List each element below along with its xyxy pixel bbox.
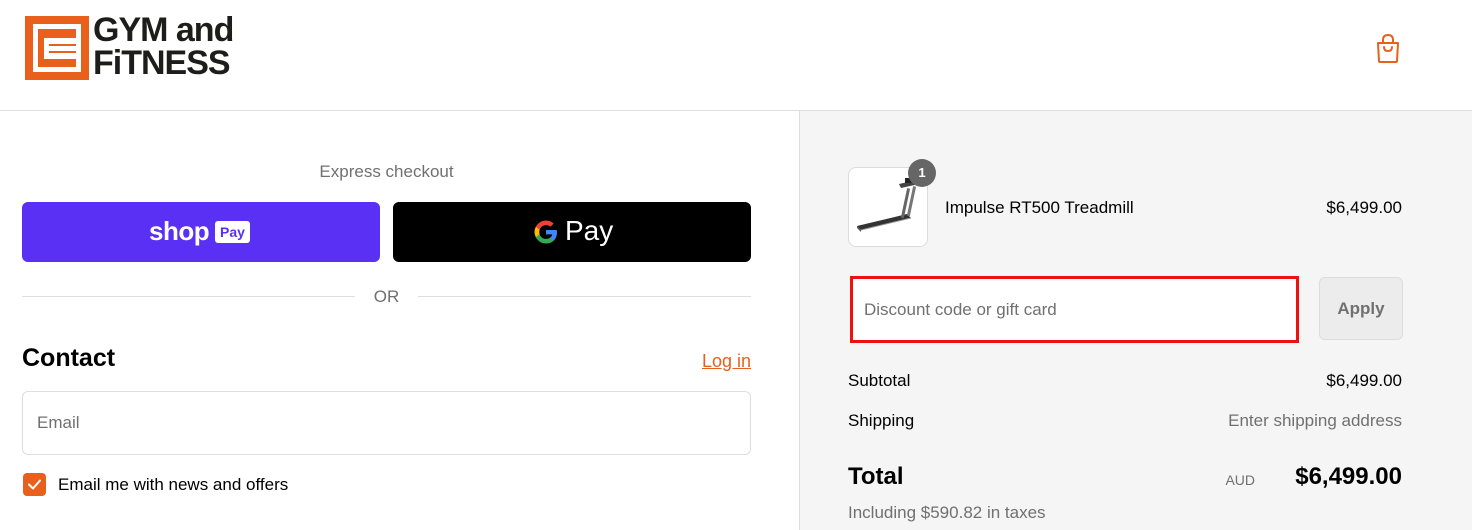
quantity-badge: 1 [908, 159, 936, 187]
logo-line-2: FiTNESS [93, 44, 231, 82]
express-checkout-title: Express checkout [319, 162, 454, 181]
newsletter-label: Email me with news and offers [58, 475, 289, 494]
shopping-bag-icon [1377, 33, 1399, 63]
total-currency: AUD [1225, 472, 1255, 488]
product-price: $6,499.00 [1326, 198, 1402, 217]
total-label: Total [848, 463, 904, 490]
subtotal-label: Subtotal [848, 371, 911, 390]
site-header: GYM and FiTNESS [0, 0, 1472, 111]
subtotal-value: $6,499.00 [1326, 371, 1402, 390]
shop-pay-wordmark: shop [149, 216, 210, 246]
google-g-icon [534, 220, 557, 244]
brand-logo[interactable]: GYM and FiTNESS [25, 11, 265, 82]
shipping-value: Enter shipping address [1228, 411, 1402, 430]
email-field[interactable] [22, 391, 751, 455]
apply-discount-button[interactable]: Apply [1319, 277, 1403, 340]
login-link[interactable]: Log in [702, 351, 751, 372]
logo-line-1: GYM and [93, 11, 234, 49]
tax-note: Including $590.82 in taxes [848, 503, 1046, 522]
divider-line-left [22, 296, 355, 297]
google-pay-button[interactable]: Pay [393, 202, 751, 262]
google-pay-label: Pay [565, 215, 614, 246]
shop-pay-button[interactable]: shop Pay [22, 202, 380, 262]
checkmark-icon [28, 479, 41, 490]
or-divider: OR [22, 286, 751, 306]
product-name: Impulse RT500 Treadmill [945, 198, 1134, 217]
logo-mark-icon [25, 16, 89, 80]
checkout-main: Express checkout shop Pay Pay OR Contact… [0, 111, 799, 530]
order-summary: 1 Impulse RT500 Treadmill $6,499.00 Appl… [799, 111, 1472, 530]
or-label: OR [373, 287, 400, 306]
contact-heading: Contact [22, 344, 116, 372]
total-value: $6,499.00 [1295, 463, 1402, 490]
divider-line-right [418, 296, 751, 297]
cart-button[interactable] [1373, 33, 1403, 65]
shipping-label: Shipping [848, 411, 915, 430]
newsletter-checkbox[interactable] [23, 473, 46, 496]
shop-pay-badge: Pay [215, 221, 250, 243]
discount-code-input[interactable] [850, 276, 1299, 343]
logo-wordmark: GYM and FiTNESS [93, 11, 234, 82]
